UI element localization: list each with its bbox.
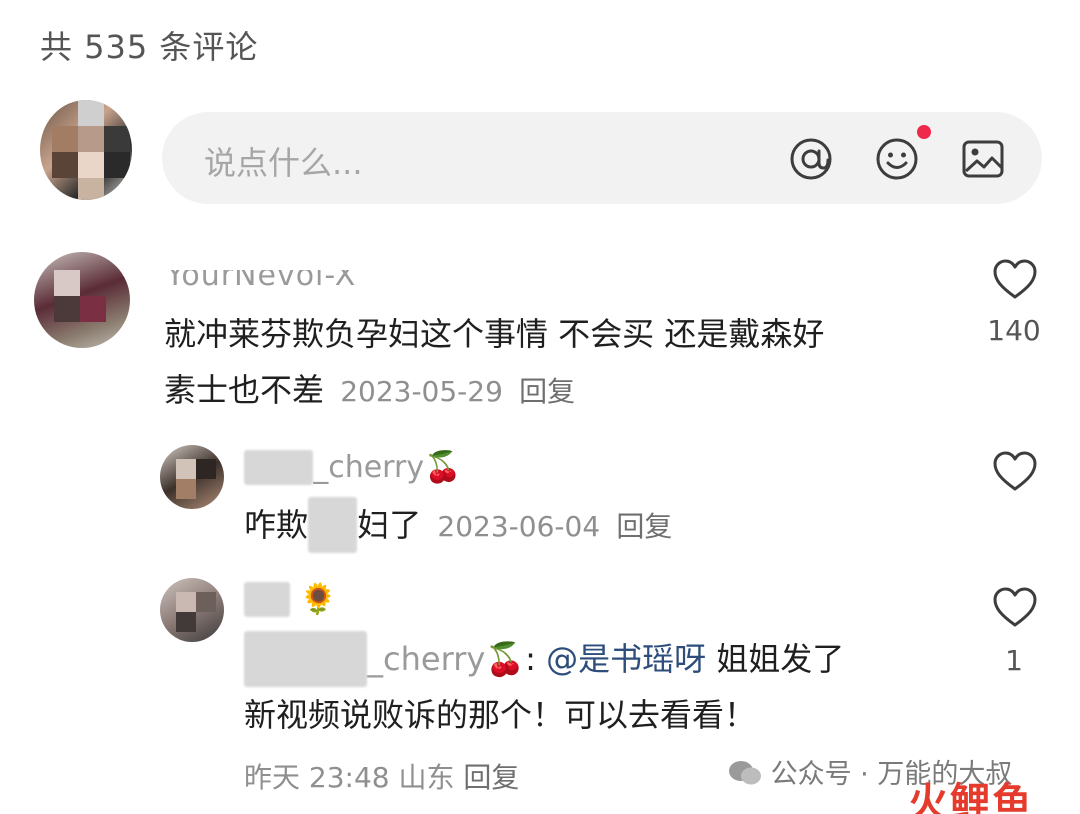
reply-text-line1-tail: 姐姐发了 <box>716 640 845 678</box>
reply-button[interactable]: 回复 <box>463 761 519 794</box>
blurred-name-part: ▇▇ <box>244 582 291 617</box>
comment-count: 共 535 条评论 <box>40 28 259 66</box>
replier-name-suffix: _cherry🍒 <box>313 450 462 485</box>
emoji-icon[interactable] <box>874 136 920 182</box>
reply-button[interactable]: 回复 <box>519 375 575 408</box>
image-icon[interactable] <box>960 136 1006 182</box>
comment-date: 2023-05-29 <box>340 375 503 408</box>
comment-text-line1: 就冲莱芬欺负孕妇这个事情 不会买 还是戴森好 <box>164 315 825 353</box>
replier-avatar[interactable] <box>160 578 224 642</box>
current-user-avatar <box>40 100 132 200</box>
blurred-name-part: ▇▇▇ <box>244 450 314 485</box>
emoji-notification-dot <box>917 125 931 139</box>
replier-name[interactable]: ▇▇ 🌻 <box>244 582 337 617</box>
reply-text: 咋欺▇▇妇了 2023-06-04 回复 <box>244 497 672 555</box>
at-icon[interactable] <box>788 136 834 182</box>
mention-link[interactable]: @是书瑶呀 <box>546 640 706 678</box>
reply-text-start: 咋欺 <box>244 506 309 544</box>
comment-text-line2: 素士也不差 <box>164 371 325 409</box>
reply-time: 昨天 23:48 <box>244 761 390 794</box>
replier-avatar[interactable] <box>160 445 224 509</box>
wechat-icon <box>728 760 762 786</box>
replier-name-suffix: 🌻 <box>299 582 338 617</box>
replier-name[interactable]: ▇▇▇_cherry🍒 <box>244 450 461 485</box>
like-count: 1 <box>1005 644 1023 677</box>
reply-colon: : <box>525 640 536 678</box>
reply-button[interactable]: 回复 <box>616 510 672 543</box>
like-heart-icon[interactable] <box>992 450 1038 492</box>
blurred-reply-target: ▇▇▇▇▇ <box>244 631 368 687</box>
reply-meta: 昨天 23:48 山东 回复 <box>244 756 519 796</box>
like-heart-icon[interactable] <box>992 586 1038 628</box>
comment-input[interactable]: 说点什么... <box>162 112 1042 204</box>
commenter-name[interactable]: YourNevol-X <box>166 270 356 293</box>
watermark-logo: 火鲤鱼 <box>908 780 1034 814</box>
comment-text: 就冲莱芬欺负孕妇这个事情 不会买 还是戴森好 素士也不差 2023-05-29 … <box>164 306 824 420</box>
reply-target-suffix: _cherry🍒 <box>367 640 526 678</box>
comment-input-placeholder: 说点什么... <box>204 144 363 182</box>
reply-date: 2023-06-04 <box>437 510 601 543</box>
like-count: 140 <box>987 314 1041 347</box>
reply-text: ▇▇▇▇▇_cherry🍒: @是书瑶呀 姐姐发了 新视频说败诉的那个！可以去看… <box>244 631 844 743</box>
reply-location: 山东 <box>398 761 455 794</box>
reply-text-line2: 新视频说败诉的那个！可以去看看！ <box>244 696 757 734</box>
like-heart-icon[interactable] <box>992 258 1038 300</box>
reply-text-end: 妇了 <box>357 506 422 544</box>
blurred-text-part: ▇▇ <box>308 497 358 553</box>
commenter-avatar[interactable] <box>34 252 130 348</box>
